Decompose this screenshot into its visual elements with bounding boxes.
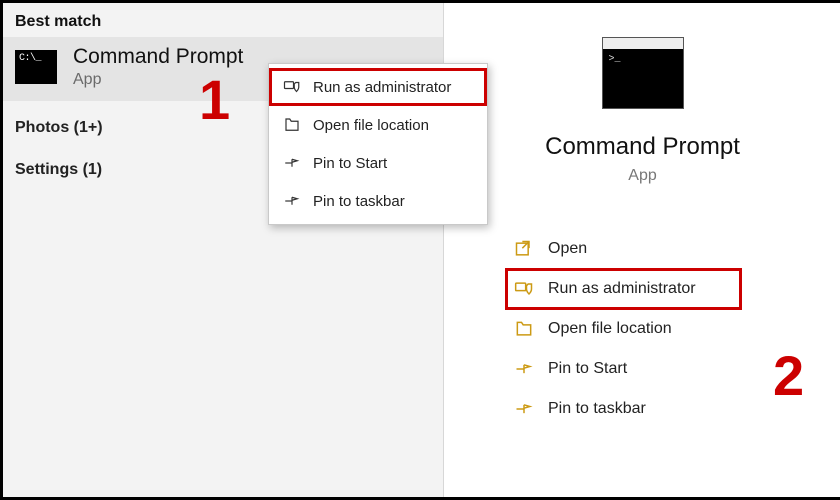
best-match-title: Command Prompt bbox=[73, 45, 243, 69]
details-actions: Open Run as administrator Open file loca… bbox=[444, 229, 840, 429]
details-app-type: App bbox=[444, 167, 840, 185]
context-open-file-location[interactable]: Open file location bbox=[269, 106, 487, 144]
action-open[interactable]: Open bbox=[506, 229, 840, 269]
pin-icon bbox=[283, 154, 301, 172]
pin-icon bbox=[283, 192, 301, 210]
shield-icon bbox=[514, 279, 534, 299]
context-menu: Run as administrator Open file location … bbox=[268, 63, 488, 225]
best-match-text: Command Prompt App bbox=[73, 45, 243, 89]
best-match-subtitle: App bbox=[73, 71, 243, 89]
pin-icon bbox=[514, 399, 534, 419]
details-panel: Command Prompt App Open Run as administr… bbox=[443, 3, 840, 497]
context-item-label: Pin to taskbar bbox=[313, 193, 405, 210]
action-label: Pin to Start bbox=[548, 360, 627, 378]
details-app-title: Command Prompt bbox=[444, 133, 840, 161]
action-pin-to-taskbar[interactable]: Pin to taskbar bbox=[506, 389, 840, 429]
action-label: Pin to taskbar bbox=[548, 400, 646, 418]
best-match-header: Best match bbox=[3, 3, 443, 37]
command-prompt-large-icon bbox=[602, 37, 684, 109]
context-item-label: Pin to Start bbox=[313, 155, 387, 172]
action-label: Open file location bbox=[548, 320, 672, 338]
action-open-file-location[interactable]: Open file location bbox=[506, 309, 840, 349]
open-icon bbox=[514, 239, 534, 259]
folder-icon bbox=[283, 116, 301, 134]
action-label: Run as administrator bbox=[548, 280, 696, 298]
context-pin-to-start[interactable]: Pin to Start bbox=[269, 144, 487, 182]
context-run-as-admin[interactable]: Run as administrator bbox=[269, 68, 487, 106]
context-pin-to-taskbar[interactable]: Pin to taskbar bbox=[269, 182, 487, 220]
context-item-label: Run as administrator bbox=[313, 79, 451, 96]
context-item-label: Open file location bbox=[313, 117, 429, 134]
command-prompt-small-icon bbox=[15, 50, 57, 84]
action-label: Open bbox=[548, 240, 587, 258]
pin-icon bbox=[514, 359, 534, 379]
shield-icon bbox=[283, 78, 301, 96]
folder-icon bbox=[514, 319, 534, 339]
action-pin-to-start[interactable]: Pin to Start bbox=[506, 349, 840, 389]
action-run-as-admin[interactable]: Run as administrator bbox=[506, 269, 741, 309]
